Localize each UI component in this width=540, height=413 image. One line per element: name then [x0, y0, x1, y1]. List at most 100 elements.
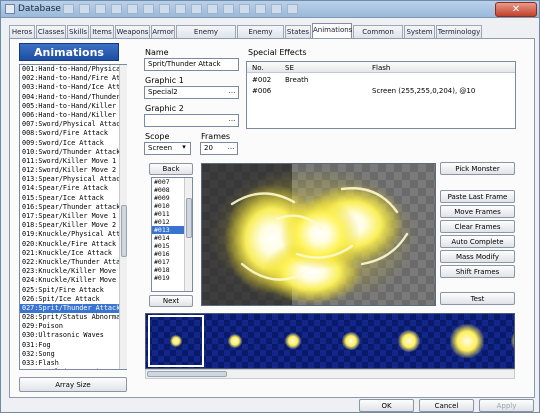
tab-weapons[interactable]: Weapons [115, 25, 150, 39]
test-button[interactable]: Test [440, 292, 515, 305]
list-item[interactable]: 013:Spear/Physical Attack [20, 175, 126, 184]
tab-terminology[interactable]: Terminology [436, 25, 482, 39]
toolbar-ghost-icon [239, 4, 250, 14]
list-item[interactable]: 003:Hand-to-Hand/Ice Attack [20, 83, 126, 92]
tab-animations[interactable]: Animations [312, 23, 352, 39]
tab-items[interactable]: Items [90, 25, 114, 39]
tab-states[interactable]: States [285, 25, 311, 39]
list-item[interactable]: 015:Spear/Ice Attack [20, 194, 126, 203]
tab-common-events[interactable]: Common events [353, 25, 403, 48]
animation-list-scrollbar[interactable] [119, 65, 127, 369]
tab-heros[interactable]: Heros [9, 25, 35, 39]
list-item[interactable]: 033:Flash [20, 359, 126, 368]
auto-complete-button[interactable]: Auto Complete [440, 235, 515, 248]
frames-field[interactable]: 20 ... [200, 142, 238, 155]
list-item[interactable]: 034:Growl (or Roar) [20, 368, 126, 369]
list-item[interactable]: 006:Hand-to-Hand/Killer Move 2 [20, 111, 126, 120]
list-item[interactable]: 025:Spit/Fire Attack [20, 286, 126, 295]
scroll-thumb[interactable] [121, 205, 127, 257]
special-effects-table[interactable]: No. SE Flash #002 Breath #006 Screen (25… [246, 61, 516, 129]
list-item[interactable]: 027:Sprit/Thunder Attack [20, 303, 126, 314]
graphic2-label: Graphic 2 [145, 104, 184, 113]
list-item[interactable]: 005:Hand-to-Hand/Killer Move 1 [20, 102, 126, 111]
list-item[interactable]: 001:Hand-to-Hand/Physical [20, 65, 126, 74]
list-item[interactable]: 030:Ultrasonic Waves [20, 331, 126, 340]
animation-preview-canvas[interactable] [201, 163, 436, 306]
cell-thumbnail[interactable] [265, 315, 321, 367]
move-frames-button[interactable]: Move Frames [440, 205, 515, 218]
ok-button[interactable]: OK [359, 399, 414, 412]
graphic1-field[interactable]: Special2 ... [144, 86, 239, 99]
list-item[interactable]: 008:Sword/Fire Attack [20, 129, 126, 138]
tab-armor[interactable]: Armor [151, 25, 175, 39]
list-item[interactable]: 007:Sword/Physical Attack [20, 120, 126, 129]
back-button[interactable]: Back [149, 163, 193, 175]
list-item[interactable]: 024:Knuckle/Killer Move 2 [20, 276, 126, 285]
list-item[interactable]: 028:Sprit/Status Abnormality [20, 313, 126, 322]
graphic2-browse-button[interactable]: ... [227, 116, 237, 125]
mass-modify-button[interactable]: Mass Modify [440, 250, 515, 263]
toolbar-ghost-icon [191, 4, 202, 14]
list-item[interactable]: 012:Sword/Killer Move 2 [20, 166, 126, 175]
se-row-1-se[interactable]: Breath [285, 76, 308, 84]
clear-frames-button[interactable]: Clear Frames [440, 220, 515, 233]
scope-select[interactable]: Screen ▾ [144, 142, 191, 155]
toolbar-ghost-icon [175, 4, 186, 14]
list-item[interactable]: 016:Spear/Thunder attack [20, 203, 126, 212]
cell-palette-scrollbar[interactable] [145, 369, 515, 379]
cell-thumbnail[interactable] [207, 315, 263, 367]
name-field[interactable]: Sprit/Thunder Attack [144, 58, 239, 71]
scroll-thumb[interactable] [147, 371, 227, 377]
scope-label: Scope [145, 132, 170, 141]
close-button[interactable]: ✕ [495, 2, 537, 17]
list-item[interactable]: 032:Song [20, 350, 126, 359]
list-item[interactable]: 026:Spit/Ice Attack [20, 295, 126, 304]
graphic1-browse-button[interactable]: ... [227, 88, 237, 97]
scroll-thumb[interactable] [186, 198, 192, 238]
list-item[interactable]: 014:Spear/Fire Attack [20, 184, 126, 193]
list-item[interactable]: 011:Sword/Killer Move 1 [20, 157, 126, 166]
list-item[interactable]: 018:Spear/Killer Move 2 [20, 221, 126, 230]
shift-frames-button[interactable]: Shift Frames [440, 265, 515, 278]
list-item[interactable]: 022:Knuckle/Thunder Attack [20, 258, 126, 267]
se-row-2-no[interactable]: #006 [252, 87, 271, 95]
toolbar-ghost-icon [223, 4, 234, 14]
cell-thumbnail[interactable] [148, 315, 204, 367]
frames-browse-button[interactable]: ... [226, 144, 236, 153]
array-size-button[interactable]: Array Size [19, 377, 127, 392]
list-item[interactable]: 009:Sword/Ice Attack [20, 139, 126, 148]
animation-list[interactable]: 001:Hand-to-Hand/Physical 002:Hand-to-Han… [19, 64, 127, 370]
pick-monster-button[interactable]: Pick Monster [440, 162, 515, 175]
tab-system[interactable]: System [404, 25, 435, 39]
tab-enemy-characters[interactable]: Enemy characters [176, 25, 236, 48]
tab-enemy-groups[interactable]: Enemy groups [237, 25, 284, 48]
se-row-1-no[interactable]: #002 [252, 76, 271, 84]
tab-skills[interactable]: Skills [67, 25, 89, 39]
se-row-2-flash[interactable]: Screen (255,255,0,204), @10 [372, 87, 475, 95]
list-item[interactable]: 023:Knuckle/Killer Move 1 [20, 267, 126, 276]
list-item[interactable]: 020:Knuckle/Fire Attack [20, 240, 126, 249]
cell-thumbnail[interactable] [381, 315, 437, 367]
cell-thumbnail[interactable] [497, 315, 514, 367]
graphic2-field[interactable]: ... [144, 114, 239, 127]
list-item[interactable]: 017:Spear/Killer Move 1 [20, 212, 126, 221]
list-item[interactable]: 010:Sword/Thunder Attack [20, 148, 126, 157]
chevron-down-icon: ▾ [182, 143, 186, 151]
frame-list-scrollbar[interactable] [184, 178, 192, 291]
paste-last-frame-button[interactable]: Paste Last Frame [440, 190, 515, 203]
list-item[interactable]: 004:Hand-to-Hand/Thunder Attack [20, 93, 126, 102]
cancel-button[interactable]: Cancel [419, 399, 474, 412]
list-item[interactable]: 019:Knuckle/Physical Attack [20, 230, 126, 239]
cell-thumbnail[interactable] [323, 315, 379, 367]
list-item[interactable]: 029:Poison [20, 322, 126, 331]
list-item[interactable]: 002:Hand-to-Hand/Fire Attack [20, 74, 126, 83]
frames-value: 20 [204, 144, 213, 152]
next-button[interactable]: Next [149, 295, 193, 307]
apply-button[interactable]: Apply [479, 399, 534, 412]
list-item[interactable]: 031:Fog [20, 341, 126, 350]
scope-value: Screen [148, 144, 173, 152]
tab-classes[interactable]: Classes [36, 25, 66, 39]
cell-palette[interactable] [145, 313, 515, 369]
list-item[interactable]: 021:Knuckle/Ice Attack [20, 249, 126, 258]
cell-thumbnail[interactable] [439, 315, 495, 367]
